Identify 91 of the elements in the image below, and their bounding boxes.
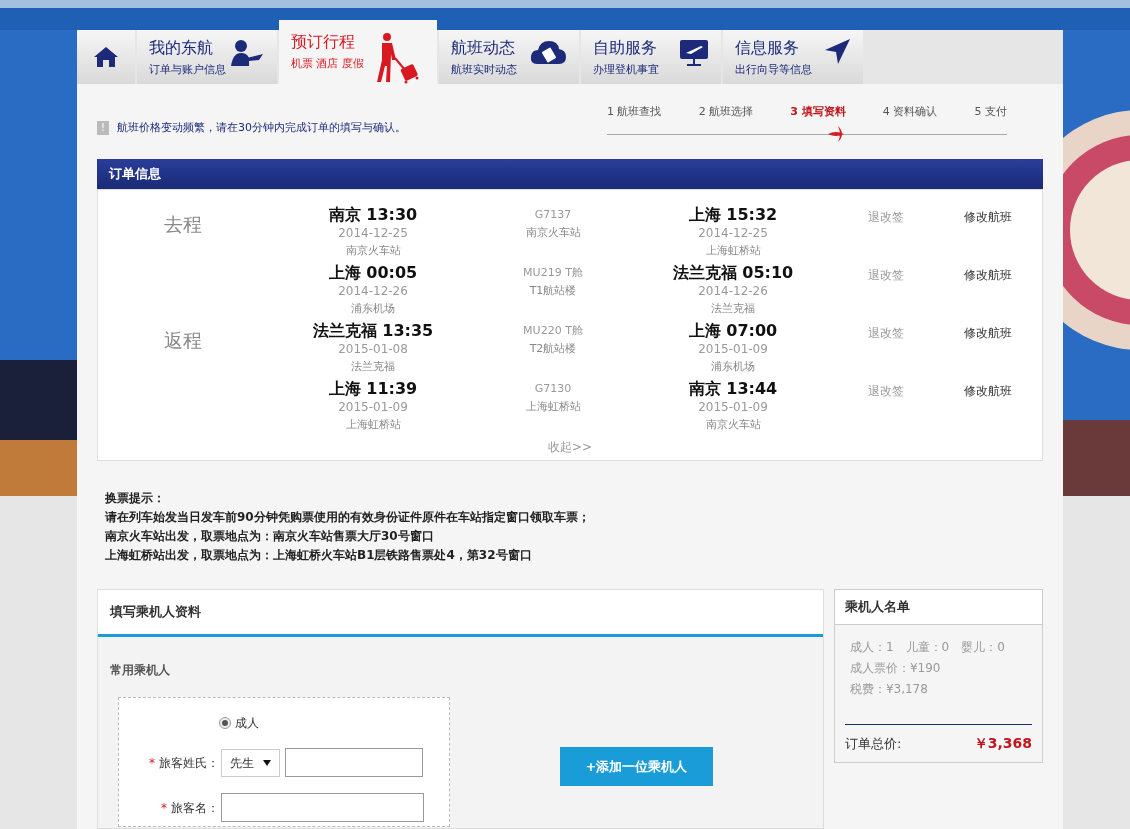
- ticket-tip: 南京火车站出发，取票地点为：南京火车站售票大厅30号窗口: [105, 528, 435, 545]
- flight-number: MU220 T舱: [523, 323, 583, 339]
- station: 法兰克福: [351, 359, 395, 375]
- order-header: 订单信息: [97, 159, 1043, 189]
- date: 2014-12-25: [338, 225, 408, 242]
- place-time: 上海 11:39: [328, 380, 418, 398]
- ticket-tip: 换票提示：: [105, 490, 166, 507]
- tax: 税费：¥3,178: [849, 681, 929, 698]
- required-mark: *: [149, 754, 155, 772]
- place-time: 南京 13:30: [328, 206, 418, 224]
- place-time: 上海 15:32: [688, 206, 778, 224]
- nav-tab[interactable]: 航班动态 航班实时动态: [439, 30, 579, 84]
- tab-title: 信息服务: [735, 38, 800, 58]
- date: 2014-12-26: [338, 283, 408, 300]
- date: 2015-01-09: [338, 399, 408, 416]
- home-icon: [93, 46, 119, 68]
- monitor-plane-icon: [679, 38, 709, 68]
- text-field[interactable]: [221, 793, 424, 822]
- field-label: 旅客名：: [171, 799, 219, 817]
- place-time: 法兰克福 05:10: [672, 264, 794, 282]
- progress-step: 2 航班选择: [698, 104, 754, 121]
- required-mark: *: [161, 799, 167, 817]
- section-title: 乘机人名单: [844, 598, 910, 617]
- place-time: 上海 00:05: [328, 264, 418, 282]
- passenger-count: 婴儿：0: [961, 639, 1005, 656]
- trip-label: 返程: [164, 328, 202, 353]
- progress-step: 1 航班查找: [607, 104, 662, 121]
- terminal: T2航站楼: [529, 341, 577, 357]
- date: 2015-01-09: [698, 399, 768, 416]
- field-label: 旅客姓氏：: [159, 754, 219, 772]
- price-notice: 航班价格变动频繁，请在30分钟内完成订单的填写与确认。: [117, 120, 406, 136]
- section-title: 填写乘机人资料: [110, 603, 201, 622]
- station: 上海虹桥站: [345, 417, 401, 433]
- date: 2015-01-09: [698, 341, 768, 358]
- cloud-tag-icon: [529, 38, 567, 66]
- text-field[interactable]: [285, 748, 423, 777]
- modify-flight-link[interactable]: 修改航班: [964, 266, 1012, 322]
- progress-step: 3 填写资料: [790, 104, 846, 121]
- place-time: 上海 07:00: [688, 322, 778, 340]
- date: 2014-12-26: [698, 283, 768, 300]
- nav-tab[interactable]: 自助服务 办理登机事宜: [581, 30, 721, 84]
- passenger-count: 儿童：0: [905, 639, 950, 656]
- flight-number: G7130: [534, 381, 572, 397]
- terminal: 上海虹桥站: [525, 399, 581, 415]
- flight-number: G7137: [534, 207, 572, 223]
- station: 浦东机场: [711, 359, 755, 375]
- modify-flight-link[interactable]: 修改航班: [964, 324, 1012, 380]
- nav-tab[interactable]: 我的东航 订单与账户信息: [137, 30, 277, 84]
- total-price: ￥3,368: [973, 734, 1032, 753]
- date: 2015-01-08: [338, 341, 408, 358]
- progress-step: 4 资料确认: [882, 104, 938, 121]
- modify-flight-link[interactable]: 修改航班: [964, 382, 1012, 438]
- section-subtitle: 常用乘机人: [110, 663, 170, 677]
- progress-step: 5 支付: [974, 104, 1007, 121]
- place-time: 南京 13:44: [688, 380, 778, 398]
- title-select[interactable]: 先生: [221, 748, 280, 777]
- station: 上海虹桥站: [705, 243, 761, 259]
- adult-fare: 成人票价：¥190: [849, 660, 942, 677]
- passenger-count: 成人：1: [849, 639, 894, 656]
- ticket-tip: 请在列车始发当日发车前90分钟凭购票使用的有效身份证件原件在车站指定窗口领取车票；: [105, 509, 591, 526]
- tab-title: 自助服务: [593, 38, 658, 58]
- date: 2014-12-25: [698, 225, 768, 242]
- tab-title: 预订行程: [291, 32, 356, 52]
- navigation-arrow-icon: [823, 38, 851, 66]
- nav-tab[interactable]: 预订行程 机票 酒店 度假: [279, 20, 437, 84]
- tab-subtitle: 航班实时动态: [451, 62, 517, 78]
- place-time: 法兰克福 13:35: [312, 322, 434, 340]
- flight-number: MU219 T舱: [523, 265, 583, 281]
- ticket-tip: 上海虹桥站出发，取票地点为：上海虹桥火车站B1层铁路售票处4，第32号窗口: [105, 547, 533, 564]
- station: 南京火车站: [705, 417, 761, 433]
- trip-label: 去程: [164, 212, 202, 237]
- tab-subtitle: 订单与账户信息: [149, 62, 226, 78]
- terminal: T1航站楼: [529, 283, 577, 299]
- total-label: 订单总价:: [844, 734, 902, 753]
- tab-title: 我的东航: [149, 38, 214, 58]
- nav-tab[interactable]: 信息服务 出行向导等信息: [723, 30, 863, 84]
- terminal: 南京火车站: [525, 225, 581, 241]
- station: 南京火车站: [345, 243, 401, 259]
- radio-button[interactable]: [219, 717, 231, 729]
- user-icon: [229, 38, 265, 68]
- radio-label: 成人: [235, 715, 259, 732]
- modify-flight-link[interactable]: 修改航班: [964, 208, 1012, 264]
- station: 法兰克福: [711, 301, 755, 317]
- home-tab[interactable]: [77, 30, 135, 84]
- tab-subtitle: 机票 酒店 度假: [291, 56, 364, 72]
- tab-subtitle: 出行向导等信息: [735, 62, 812, 78]
- tab-subtitle: 办理登机事宜: [593, 62, 659, 78]
- tab-title: 航班动态: [451, 38, 516, 58]
- dropdown-icon: [263, 759, 271, 766]
- station: 浦东机场: [351, 301, 395, 317]
- warning-icon: !: [97, 121, 109, 136]
